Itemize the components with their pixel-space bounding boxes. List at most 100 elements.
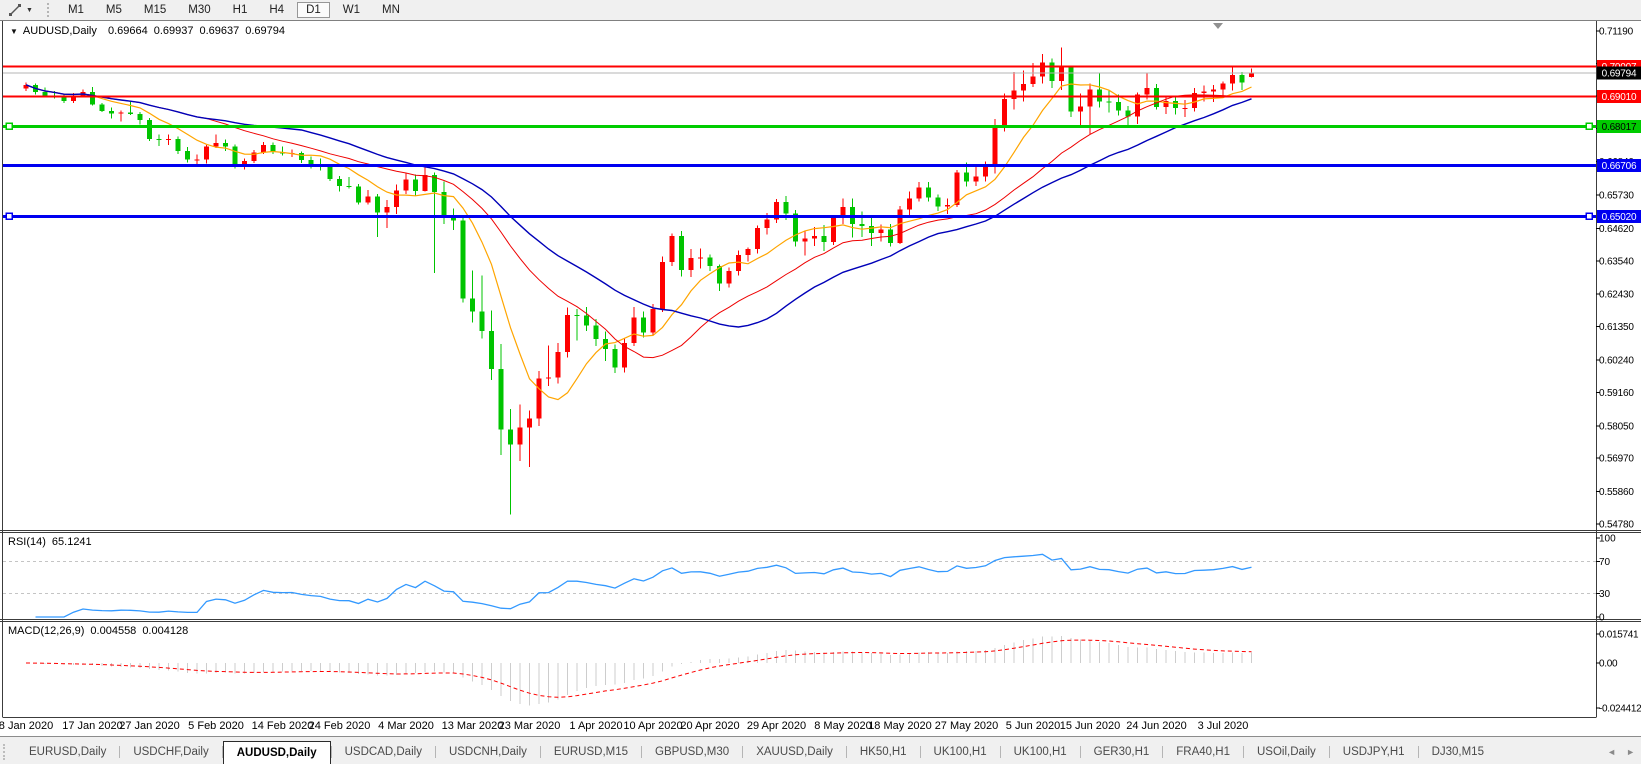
candle bbox=[679, 236, 684, 270]
chart-tab-EURUSD-M15[interactable]: EURUSD,M15 bbox=[541, 743, 641, 762]
rsi-axis-label: 100 bbox=[1599, 534, 1616, 545]
candle bbox=[214, 143, 219, 146]
candle bbox=[328, 167, 333, 179]
candle bbox=[974, 177, 979, 182]
svg-text:0.66706: 0.66706 bbox=[1602, 161, 1637, 172]
chart-shift-marker-icon[interactable] bbox=[1213, 23, 1223, 29]
candle bbox=[461, 221, 466, 299]
chart-tab-USDCNH-Daily[interactable]: USDCNH,Daily bbox=[436, 743, 540, 762]
candle bbox=[983, 167, 988, 177]
candle bbox=[1031, 76, 1036, 84]
macd-main-value: 0.004558 bbox=[90, 625, 136, 637]
chart-tabs: EURUSD,DailyUSDCHF,DailyAUDUSD,DailyUSDC… bbox=[16, 740, 1497, 764]
date-axis-label: 27 Jan 2020 bbox=[119, 720, 180, 732]
rsi-axis-label: 0 bbox=[1599, 613, 1605, 624]
chart-tab-EURUSD-Daily[interactable]: EURUSD,Daily bbox=[16, 743, 119, 762]
date-axis-label: 1 Apr 2020 bbox=[569, 720, 622, 732]
chart-tab-USDCHF-Daily[interactable]: USDCHF,Daily bbox=[120, 743, 221, 762]
line-handle[interactable] bbox=[6, 213, 12, 219]
candle bbox=[128, 113, 133, 114]
candle bbox=[499, 369, 504, 429]
macd-axis-label: 0.00 bbox=[1599, 659, 1618, 670]
tab-scroll-left-button[interactable]: ◄ bbox=[1607, 747, 1616, 757]
candle bbox=[898, 209, 903, 242]
date-axis-label: 24 Feb 2020 bbox=[309, 720, 371, 732]
chart-title-dropdown-icon[interactable]: ▼ bbox=[10, 27, 18, 36]
line-handle[interactable] bbox=[6, 123, 12, 129]
date-axis-label: 8 May 2020 bbox=[814, 720, 871, 732]
price-axis-tick-label: 0.64620 bbox=[1599, 224, 1634, 235]
price-axis-tick-label: 0.63540 bbox=[1599, 256, 1634, 267]
candle bbox=[784, 202, 789, 214]
tab-scroll-right-button[interactable]: ► bbox=[1626, 747, 1635, 757]
chart-tab-USDJPY-H1[interactable]: USDJPY,H1 bbox=[1330, 743, 1418, 762]
candle bbox=[945, 205, 950, 207]
candle bbox=[556, 352, 561, 378]
candle bbox=[1240, 75, 1245, 83]
price-axis-tick-label: 0.58050 bbox=[1599, 421, 1634, 432]
chart-tab-FRA40-H1[interactable]: FRA40,H1 bbox=[1163, 743, 1243, 762]
chart-tab-XAUUSD-Daily[interactable]: XAUUSD,Daily bbox=[743, 743, 846, 762]
candle bbox=[755, 228, 760, 249]
candle bbox=[869, 226, 874, 233]
price-axis-tick-label: 0.60240 bbox=[1599, 355, 1634, 366]
candle bbox=[404, 180, 409, 191]
candle bbox=[119, 113, 124, 114]
candle bbox=[394, 191, 399, 207]
price-axis-tick-label: 0.61350 bbox=[1599, 322, 1634, 333]
svg-text:0.68017: 0.68017 bbox=[1602, 122, 1637, 133]
chart-tab-UK100-H1[interactable]: UK100,H1 bbox=[921, 743, 1000, 762]
candle bbox=[1202, 92, 1207, 94]
chart-tab-bar: EURUSD,DailyUSDCHF,DailyAUDUSD,DailyUSDC… bbox=[0, 736, 1641, 764]
candle bbox=[347, 186, 352, 187]
price-chart-canvas[interactable]: 0.711900.701100.690300.679500.668400.657… bbox=[0, 0, 1641, 764]
rsi-indicator-label: RSI(14)65.1241 bbox=[8, 536, 98, 548]
macd-signal-value: 0.004128 bbox=[142, 625, 188, 637]
chart-tab-DJ30-M15[interactable]: DJ30,M15 bbox=[1419, 743, 1497, 762]
candle bbox=[1069, 67, 1074, 112]
macd-name: MACD(12,26,9) bbox=[8, 625, 84, 637]
candle bbox=[765, 220, 770, 228]
svg-text:0.69794: 0.69794 bbox=[1602, 68, 1637, 79]
line-handle[interactable] bbox=[1586, 213, 1592, 219]
candle bbox=[337, 179, 342, 186]
candle bbox=[803, 239, 808, 242]
ma-line-30 bbox=[26, 85, 1252, 327]
candle bbox=[708, 258, 713, 266]
candle bbox=[223, 143, 228, 146]
candle bbox=[546, 377, 551, 378]
price-axis-tick-label: 0.55860 bbox=[1599, 487, 1634, 498]
candle bbox=[651, 309, 656, 332]
chart-tab-GER30-H1[interactable]: GER30,H1 bbox=[1081, 743, 1163, 762]
price-axis-tick-label: 0.71190 bbox=[1599, 27, 1634, 38]
line-handle[interactable] bbox=[1586, 123, 1592, 129]
chart-tab-USDCAD-Daily[interactable]: USDCAD,Daily bbox=[332, 743, 435, 762]
candle bbox=[166, 139, 171, 140]
date-axis-label: 17 Jan 2020 bbox=[62, 720, 123, 732]
candle bbox=[831, 218, 836, 242]
date-axis-label: 14 Feb 2020 bbox=[252, 720, 314, 732]
candle bbox=[1021, 84, 1026, 90]
chart-tab-UK100-H1[interactable]: UK100,H1 bbox=[1001, 743, 1080, 762]
date-axis-label: 20 Apr 2020 bbox=[680, 720, 739, 732]
candle bbox=[356, 187, 361, 203]
candle bbox=[879, 229, 884, 233]
candle bbox=[1050, 63, 1055, 82]
ma-line-8 bbox=[26, 84, 1252, 400]
candle bbox=[698, 258, 703, 259]
date-axis-label: 27 May 2020 bbox=[935, 720, 999, 732]
candle bbox=[1002, 99, 1007, 128]
candle bbox=[90, 92, 95, 105]
ohlc-low: 0.69637 bbox=[199, 25, 239, 37]
candle bbox=[736, 255, 741, 271]
candle bbox=[299, 153, 304, 160]
price-axis-tick-label: 0.62430 bbox=[1599, 290, 1634, 301]
candle bbox=[204, 146, 209, 159]
chart-tab-USOil-Daily[interactable]: USOil,Daily bbox=[1244, 743, 1329, 762]
candle bbox=[727, 271, 732, 284]
candle bbox=[309, 160, 314, 164]
chart-tab-GBPUSD-M30[interactable]: GBPUSD,M30 bbox=[642, 743, 742, 762]
chart-tab-HK50-H1[interactable]: HK50,H1 bbox=[847, 743, 920, 762]
chart-tab-AUDUSD-Daily[interactable]: AUDUSD,Daily bbox=[223, 741, 331, 764]
date-axis-label: 10 Apr 2020 bbox=[623, 720, 682, 732]
